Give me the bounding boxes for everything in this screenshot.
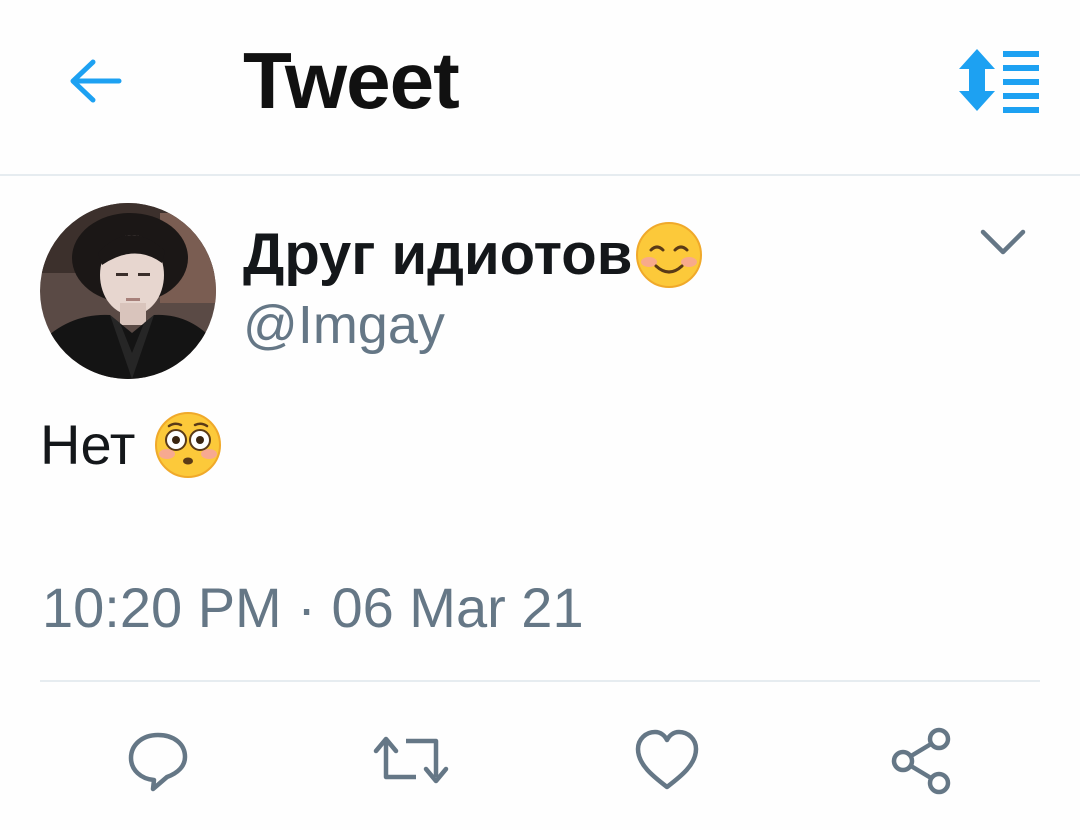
- avatar-photo: [40, 203, 216, 379]
- like-button[interactable]: [627, 725, 707, 795]
- back-button[interactable]: [60, 50, 130, 112]
- arrow-left-icon: [70, 59, 122, 103]
- tweet-page: Tweet Друг идиотов @Imgay Нет 10:20 PM ·…: [0, 0, 1080, 830]
- chevron-down-icon: [980, 229, 1026, 255]
- retweet-button[interactable]: [372, 725, 452, 795]
- sort-list-icon: [959, 49, 1039, 113]
- tweet-timestamp: 10:20 PM · 06 Mar 21: [42, 576, 584, 639]
- tweet-text: Нет: [40, 413, 136, 476]
- avatar[interactable]: [40, 203, 216, 379]
- tweet-body: Нет: [40, 410, 223, 480]
- like-icon: [635, 729, 699, 790]
- tweet-menu-button[interactable]: [975, 220, 1031, 264]
- display-name-row[interactable]: Друг идиотов: [243, 222, 704, 288]
- top-bar: Tweet: [0, 0, 1080, 176]
- display-name[interactable]: Друг идиотов: [243, 222, 632, 288]
- reply-button[interactable]: [118, 725, 198, 795]
- share-icon: [891, 727, 951, 795]
- flushed-face-icon: [155, 412, 222, 478]
- sort-button[interactable]: [955, 45, 1045, 115]
- share-button[interactable]: [882, 725, 962, 795]
- retweet-icon: [373, 736, 449, 784]
- reply-icon: [128, 732, 188, 792]
- page-title: Tweet: [243, 36, 460, 125]
- divider: [40, 680, 1040, 682]
- user-handle[interactable]: @Imgay: [243, 293, 445, 357]
- smiling-face-icon: [636, 222, 703, 288]
